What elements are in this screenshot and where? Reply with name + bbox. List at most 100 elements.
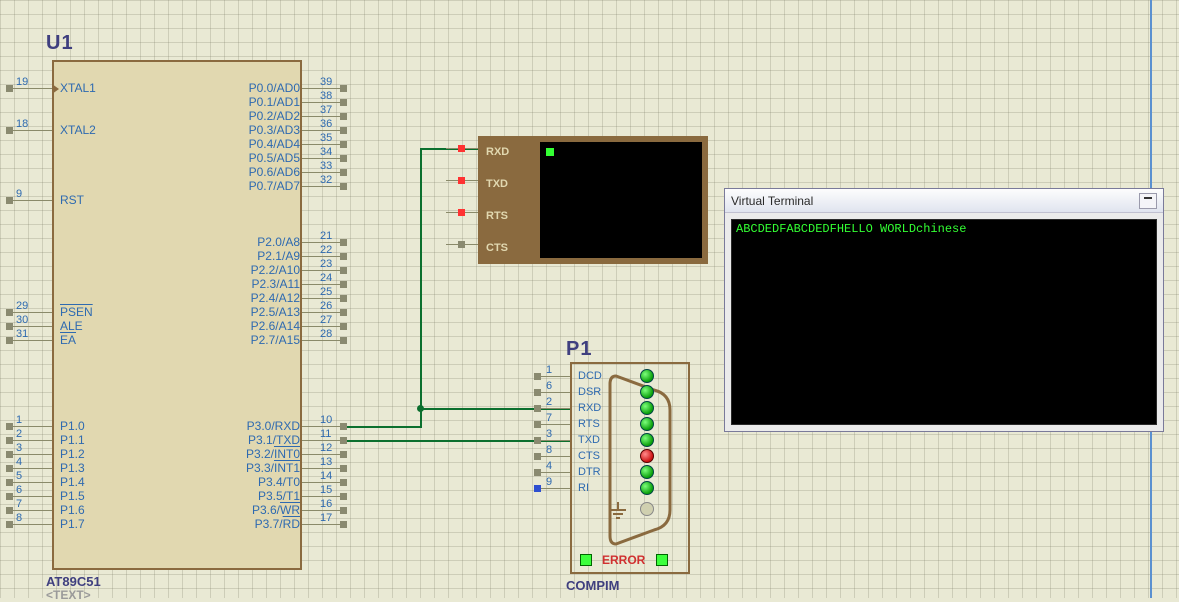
u1-pin-15-terminal[interactable] (340, 493, 347, 500)
close-button[interactable] (1139, 193, 1157, 209)
u1-pin-33-number: 33 (320, 160, 332, 172)
u1-pin-24-terminal[interactable] (340, 281, 347, 288)
u1-pin-29-number: 29 (16, 300, 28, 312)
p1-pin-DCD-terminal[interactable] (534, 373, 541, 380)
u1-pin-28-terminal[interactable] (340, 337, 347, 344)
u1-pin-8-terminal[interactable] (6, 521, 13, 528)
virtual-terminal-content[interactable]: ABCDEDFABCDEDFHELLO WORLDchinese (731, 219, 1157, 425)
vterm-pin-TXD-terminal[interactable] (458, 177, 465, 184)
u1-pin-3-stub (12, 454, 52, 455)
vterm-pin-CTS-label: CTS (486, 242, 508, 254)
u1-pin-32-stub (302, 186, 342, 187)
u1-pin-24-stub (302, 284, 342, 285)
p1-pin-DTR-terminal[interactable] (534, 469, 541, 476)
u1-pin-6-terminal[interactable] (6, 493, 13, 500)
u1-pin-25-terminal[interactable] (340, 295, 347, 302)
u1-pin-7-stub (12, 510, 52, 511)
u1-pin-2-terminal[interactable] (6, 437, 13, 444)
terminal-cursor-icon (546, 148, 554, 156)
u1-pin-13-terminal[interactable] (340, 465, 347, 472)
u1-pin-32-terminal[interactable] (340, 183, 347, 190)
u1-pin-27-terminal[interactable] (340, 323, 347, 330)
u1-pin-16-terminal[interactable] (340, 507, 347, 514)
u1-pin-30-terminal[interactable] (6, 323, 13, 330)
u1-pin-39-terminal[interactable] (340, 85, 347, 92)
u1-pin-35-terminal[interactable] (340, 141, 347, 148)
u1-pin-3-label: P1.2 (60, 447, 85, 461)
u1-pin-22-terminal[interactable] (340, 253, 347, 260)
u1-pin-21-terminal[interactable] (340, 239, 347, 246)
u1-pin-36-label: P0.3/AD3 (249, 123, 300, 137)
p1-pin-RTS-terminal[interactable] (534, 421, 541, 428)
u1-pin-37-stub (302, 116, 342, 117)
u1-pin-3-terminal[interactable] (6, 451, 13, 458)
u1-pin-25-label: P2.4/A12 (251, 291, 300, 305)
u1-pin-34-terminal[interactable] (340, 155, 347, 162)
vterm-pin-RTS-terminal[interactable] (458, 209, 465, 216)
p1-part: COMPIM (566, 578, 619, 593)
u1-pin-5-label: P1.4 (60, 475, 85, 489)
u1-pin-34-stub (302, 158, 342, 159)
u1-pin-16-stub (302, 510, 342, 511)
u1-pin-10-number: 10 (320, 414, 332, 426)
u1-pin-36-terminal[interactable] (340, 127, 347, 134)
u1-pin-21-label: P2.0/A8 (257, 235, 300, 249)
u1-pin-28-stub (302, 340, 342, 341)
u1-pin-18-terminal[interactable] (6, 127, 13, 134)
u1-pin-30-stub (12, 326, 52, 327)
u1-part: AT89C51 (46, 574, 101, 589)
vterm-pin-CTS-terminal[interactable] (458, 241, 465, 248)
u1-pin-4-stub (12, 468, 52, 469)
u1-pin-12-number: 12 (320, 442, 332, 454)
u1-pin-11-label: P3.1/TXD (248, 433, 300, 447)
u1-pin-31-stub (12, 340, 52, 341)
p1-pin-RXD-terminal[interactable] (534, 405, 541, 412)
u1-pin-10-terminal[interactable] (340, 423, 347, 430)
u1-pin-17-stub (302, 524, 342, 525)
u1-pin-12-terminal[interactable] (340, 451, 347, 458)
u1-pin-33-label: P0.6/AD6 (249, 165, 300, 179)
p1-pin-TXD-label: TXD (578, 434, 600, 446)
u1-pin-7-label: P1.6 (60, 503, 85, 517)
u1-pin-26-terminal[interactable] (340, 309, 347, 316)
u1-pin-1-terminal[interactable] (6, 423, 13, 430)
p1-pin-CTS-terminal[interactable] (534, 453, 541, 460)
u1-pin-12-stub (302, 454, 342, 455)
u1-pin-14-stub (302, 482, 342, 483)
u1-pin-8-stub (12, 524, 52, 525)
u1-pin-34-label: P0.5/AD5 (249, 151, 300, 165)
u1-pin-38-terminal[interactable] (340, 99, 347, 106)
u1-pin-33-terminal[interactable] (340, 169, 347, 176)
p1-pin-TXD-terminal[interactable] (534, 437, 541, 444)
u1-pin-23-terminal[interactable] (340, 267, 347, 274)
virtual-terminal-window[interactable]: Virtual Terminal ABCDEDFABCDEDFHELLO WOR… (724, 188, 1164, 432)
p1-pin-DSR-terminal[interactable] (534, 389, 541, 396)
u1-pin-38-label: P0.1/AD1 (249, 95, 300, 109)
u1-pin-29-terminal[interactable] (6, 309, 13, 316)
wire-rxd-h1 (344, 426, 422, 428)
u1-pin-30-number: 30 (16, 314, 28, 326)
p1-status-led-right (656, 554, 668, 566)
u1-pin-9-terminal[interactable] (6, 197, 13, 204)
u1-pin-14-terminal[interactable] (340, 479, 347, 486)
virtual-terminal-titlebar[interactable]: Virtual Terminal (725, 189, 1163, 213)
vterm-pin-RXD-label: RXD (486, 146, 509, 158)
u1-pin-22-stub (302, 256, 342, 257)
u1-pin-5-terminal[interactable] (6, 479, 13, 486)
u1-pin-37-terminal[interactable] (340, 113, 347, 120)
p1-pin-RTS-label: RTS (578, 418, 600, 430)
u1-pin-32-label: P0.7/AD7 (249, 179, 300, 193)
p1-pin-DSR-label: DSR (578, 386, 601, 398)
u1-pin-4-terminal[interactable] (6, 465, 13, 472)
u1-pin-8-label: P1.7 (60, 517, 85, 531)
virtual-terminal-component[interactable]: RXDTXDRTSCTS (478, 136, 708, 264)
u1-pin-19-terminal[interactable] (6, 85, 13, 92)
u1-pin-11-terminal[interactable] (340, 437, 347, 444)
u1-pin-31-terminal[interactable] (6, 337, 13, 344)
vterm-pin-RXD-terminal[interactable] (458, 145, 465, 152)
u1-pin-7-terminal[interactable] (6, 507, 13, 514)
p1-pin-RI-terminal[interactable] (534, 485, 541, 492)
u1-pin-17-terminal[interactable] (340, 521, 347, 528)
p1-pin-DTR-label: DTR (578, 466, 601, 478)
p1-led-CTS (640, 449, 654, 463)
